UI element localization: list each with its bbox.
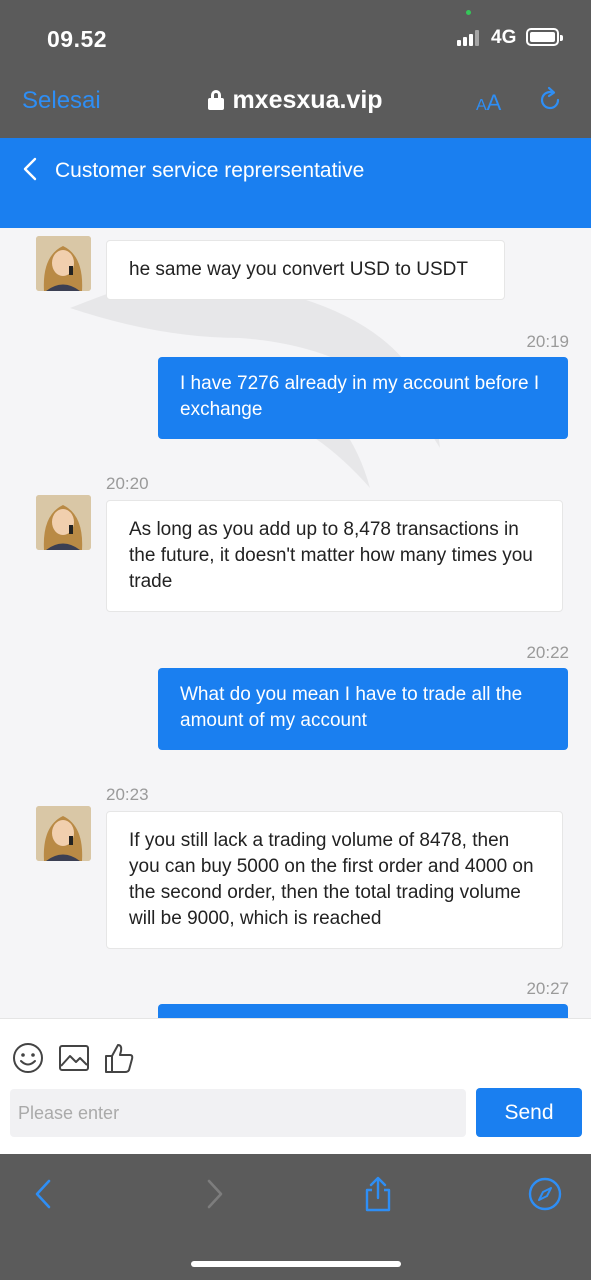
text-size-button[interactable]: AA [476,90,501,116]
agent-avatar [36,236,91,291]
message-timestamp: 20:20 [106,474,149,493]
thumbs-up-icon[interactable] [102,1041,136,1075]
status-time: 09.52 [47,26,108,52]
user-message: What do you mean I have to trade all the… [158,668,568,750]
agent-avatar [36,495,91,550]
user-message [158,1004,568,1018]
url-bar: Selesai mxesxua.vip AA [0,76,591,128]
browser-back-icon[interactable] [26,1176,62,1212]
chat-message-list[interactable]: he same way you convert USD to USDT 20:1… [0,228,591,1018]
lock-icon [208,90,225,110]
message-timestamp: 20:19 [526,332,569,351]
home-indicator [191,1261,401,1267]
page-title: Customer service reprersentative [55,159,365,182]
agent-message: If you still lack a trading volume of 84… [106,811,563,949]
network-type: 4G [491,27,517,48]
image-icon[interactable] [57,1041,91,1075]
message-timestamp: 20:27 [526,979,569,998]
reload-icon[interactable] [536,86,564,114]
browser-forward-icon[interactable] [196,1176,232,1212]
battery-icon [526,28,563,46]
chat-header: Customer service reprersentative [0,138,591,228]
emoji-icon[interactable] [11,1041,45,1075]
privacy-indicator-dot [466,10,471,15]
browser-top-bar: 09.52 4G Selesai mxesxua.vip AA [0,0,591,138]
message-input[interactable] [10,1089,466,1137]
browser-bottom-toolbar [0,1154,591,1280]
send-button[interactable]: Send [476,1088,582,1137]
status-bar: 09.52 4G [0,0,591,72]
message-timestamp: 20:22 [526,643,569,662]
message-timestamp: 20:23 [106,785,149,804]
agent-message: he same way you convert USD to USDT [106,240,505,300]
address-field[interactable]: mxesxua.vip [0,86,591,115]
url-text: mxesxua.vip [232,86,383,114]
share-icon[interactable] [360,1176,396,1212]
compass-icon[interactable] [527,1176,563,1212]
back-arrow-icon[interactable] [18,156,44,182]
signal-icon [457,30,483,46]
agent-avatar [36,806,91,861]
message-composer: Send [0,1018,591,1154]
agent-message: As long as you add up to 8,478 transacti… [106,500,563,612]
user-message: I have 7276 already in my account before… [158,357,568,439]
